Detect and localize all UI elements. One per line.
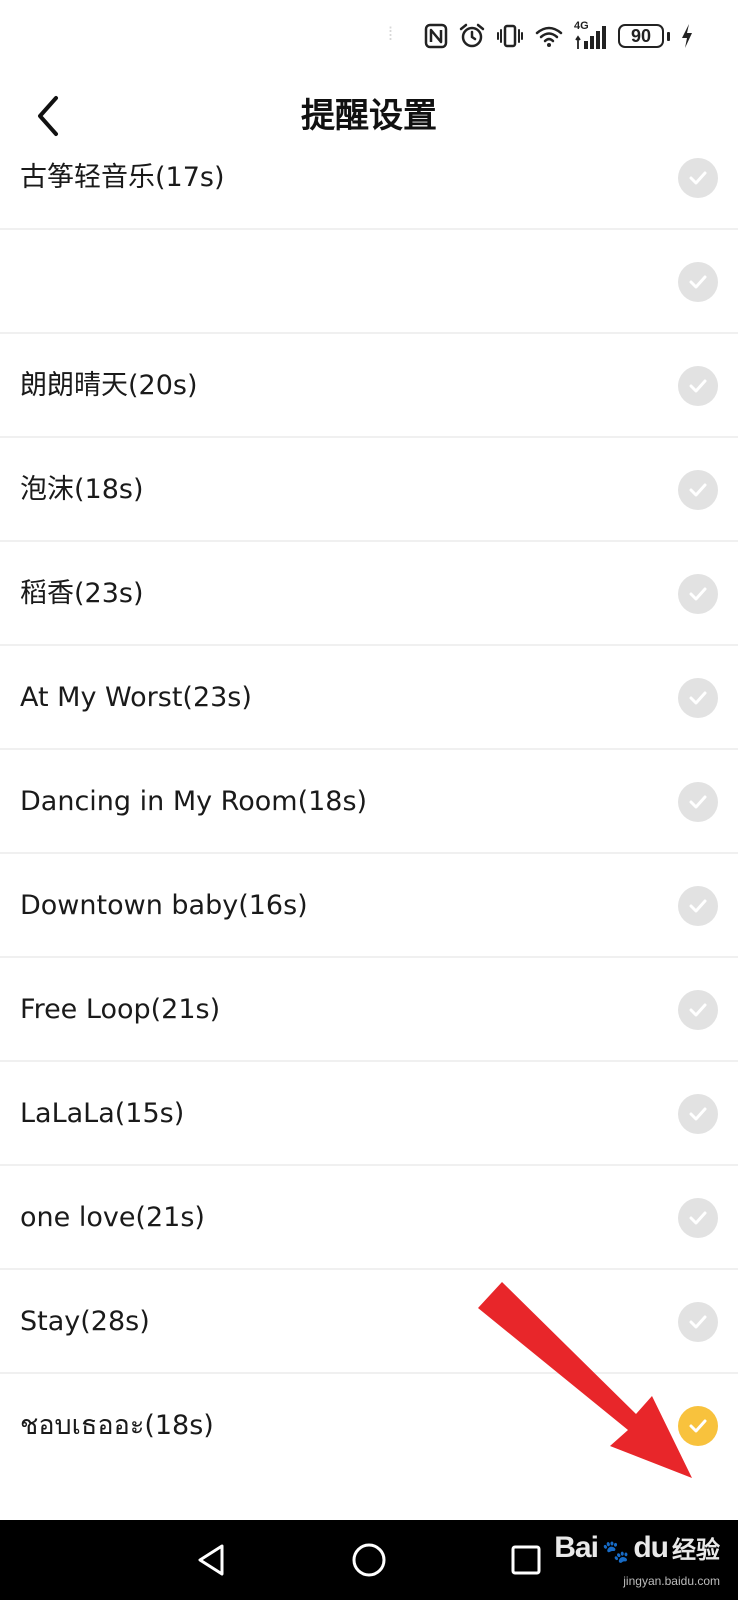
list-item[interactable] [0, 230, 738, 334]
status-icons: 4G 90 [424, 20, 694, 52]
ringtone-label: Free Loop(21s) [20, 994, 221, 1025]
charging-icon [682, 24, 692, 48]
check-icon[interactable] [678, 574, 718, 614]
watermark-logo: Bai [554, 1531, 599, 1564]
ringtone-label: LaLaLa(15s) [20, 1098, 185, 1129]
baidu-watermark: Bai 🐾 du 经验 jingyan.baidu.com [554, 1530, 720, 1588]
check-selected-icon[interactable] [678, 1406, 718, 1446]
check-icon[interactable] [678, 262, 718, 302]
nav-home-button[interactable] [343, 1534, 395, 1586]
check-icon[interactable] [678, 678, 718, 718]
list-item[interactable]: 泡沫(18s) [0, 438, 738, 542]
check-icon[interactable] [678, 470, 718, 510]
watermark-url: jingyan.baidu.com [623, 1574, 720, 1588]
alarm-icon [459, 23, 485, 48]
status-bar: ⁞ 4G 90 [0, 0, 738, 72]
header: 提醒设置 [0, 72, 738, 160]
signal-icon: 4G [574, 20, 608, 50]
list-item[interactable]: Dancing in My Room(18s) [0, 750, 738, 854]
page-title: 提醒设置 [301, 96, 437, 136]
watermark-product: 经验 [672, 1536, 720, 1564]
ringtone-label: 稻香(23s) [20, 578, 144, 609]
check-icon[interactable] [678, 158, 718, 198]
ringtone-label: one love(21s) [20, 1202, 205, 1233]
ringtone-list: 古筝轻音乐(17s) 朗朗晴天(20s) 泡沫(18s) 稻香(23s) At … [0, 157, 738, 1520]
watermark-logo-2: du [633, 1531, 669, 1564]
battery-level: 90 [618, 24, 664, 48]
list-item[interactable]: 古筝轻音乐(17s) [0, 157, 738, 230]
battery-icon: 90 [618, 24, 670, 48]
chevron-left-icon [38, 96, 58, 136]
check-icon[interactable] [678, 886, 718, 926]
check-icon[interactable] [678, 1094, 718, 1134]
ringtone-label: Dancing in My Room(18s) [20, 786, 368, 817]
ringtone-label: At My Worst(23s) [20, 682, 252, 713]
list-item[interactable]: Free Loop(21s) [0, 958, 738, 1062]
check-icon[interactable] [678, 366, 718, 406]
check-icon[interactable] [678, 782, 718, 822]
paw-icon: 🐾 [601, 1540, 630, 1565]
ringtone-label: 朗朗晴天(20s) [20, 370, 198, 401]
list-item-selected[interactable]: ชอบเธออะ(18s) [0, 1374, 738, 1478]
back-button[interactable] [22, 90, 74, 142]
ringtone-label: Stay(28s) [20, 1306, 150, 1337]
wifi-icon [535, 26, 563, 47]
system-nav-bar: Bai 🐾 du 经验 jingyan.baidu.com [0, 1520, 738, 1600]
notification-glyph: ⁞ [388, 24, 394, 44]
list-item[interactable]: At My Worst(23s) [0, 646, 738, 750]
check-icon[interactable] [678, 1302, 718, 1342]
vibrate-icon [497, 24, 523, 48]
list-item[interactable]: one love(21s) [0, 1166, 738, 1270]
nfc-icon [424, 23, 448, 49]
nav-back-button[interactable] [186, 1534, 238, 1586]
nav-recents-button[interactable] [500, 1534, 552, 1586]
back-triangle-icon [198, 1544, 224, 1576]
recents-square-icon [511, 1545, 541, 1575]
list-item[interactable]: Stay(28s) [0, 1270, 738, 1374]
ringtone-label: 泡沫(18s) [20, 474, 144, 505]
ringtone-label: 古筝轻音乐(17s) [20, 162, 225, 193]
check-icon[interactable] [678, 990, 718, 1030]
ringtone-label: ชอบเธออะ(18s) [20, 1410, 214, 1441]
ringtone-label: Downtown baby(16s) [20, 890, 308, 921]
list-item[interactable]: LaLaLa(15s) [0, 1062, 738, 1166]
list-item[interactable]: 朗朗晴天(20s) [0, 334, 738, 438]
home-circle-icon [352, 1543, 386, 1577]
check-icon[interactable] [678, 1198, 718, 1238]
list-item[interactable]: Downtown baby(16s) [0, 854, 738, 958]
list-item[interactable]: 稻香(23s) [0, 542, 738, 646]
